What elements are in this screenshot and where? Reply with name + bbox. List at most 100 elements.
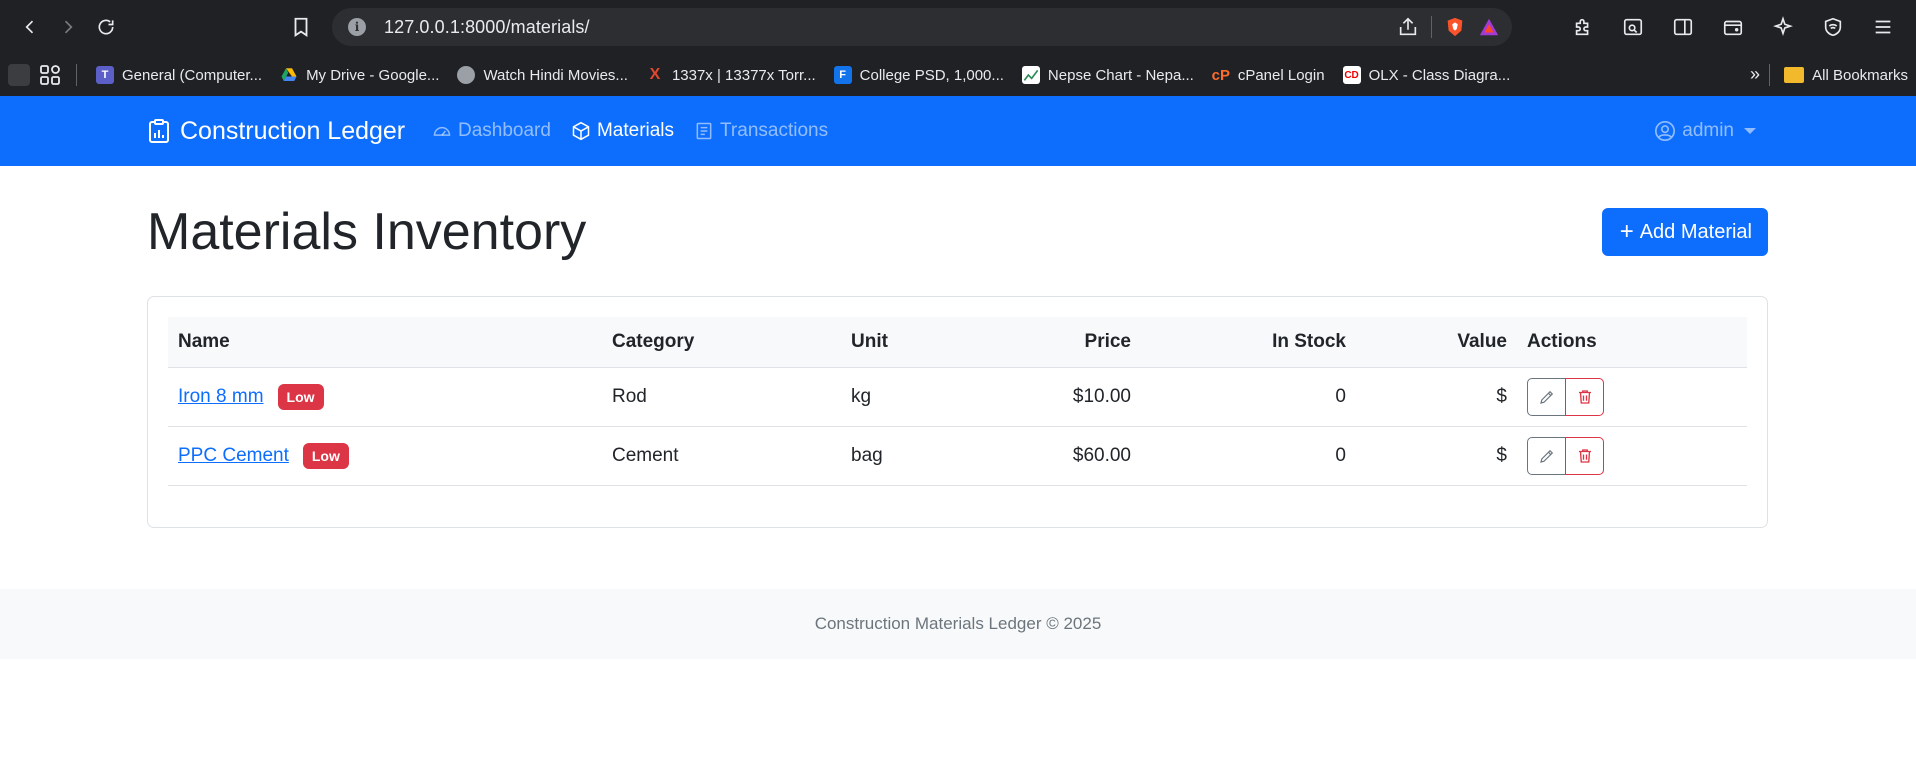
box-icon bbox=[572, 121, 590, 141]
search-tabs-button[interactable] bbox=[1616, 10, 1650, 44]
brave-shields-icon[interactable] bbox=[1444, 16, 1466, 38]
tab-group-icon[interactable] bbox=[8, 64, 30, 86]
hamburger-menu-icon bbox=[1875, 20, 1891, 34]
wallet-button[interactable] bbox=[1716, 10, 1750, 44]
table-row: Iron 8 mm Low Rod kg $10.00 0 $ bbox=[168, 367, 1747, 427]
row-actions bbox=[1527, 377, 1604, 416]
clipboard-data-icon bbox=[149, 119, 169, 143]
materials-table: Name Category Unit Price In Stock Value … bbox=[168, 317, 1747, 486]
chevron-down-icon bbox=[1744, 128, 1756, 134]
leo-ai-button[interactable] bbox=[1766, 10, 1800, 44]
value-cell: $ bbox=[1356, 426, 1517, 486]
price-cell: $60.00 bbox=[991, 426, 1141, 486]
header-actions: Actions bbox=[1517, 317, 1747, 368]
teams-icon: T bbox=[96, 66, 114, 84]
url-text[interactable]: 127.0.0.1:8000/materials/ bbox=[384, 17, 590, 38]
forward-arrow-icon bbox=[64, 20, 73, 34]
category-cell: Cement bbox=[602, 426, 841, 486]
delete-button[interactable] bbox=[1565, 377, 1604, 416]
apps-grid-icon[interactable] bbox=[38, 63, 62, 87]
header-value: Value bbox=[1356, 317, 1517, 368]
sparkle-icon bbox=[1773, 16, 1793, 37]
wallet-icon bbox=[1723, 20, 1743, 36]
bookmarks-bar: T General (Computer... My Drive - Google.… bbox=[0, 54, 1916, 96]
material-name-link[interactable]: Iron 8 mm bbox=[178, 386, 264, 407]
browser-chrome: i 127.0.0.1:8000/materials/ T General (Co… bbox=[0, 0, 1916, 96]
edit-button[interactable] bbox=[1527, 377, 1566, 416]
reload-icon bbox=[98, 19, 114, 35]
divider bbox=[1431, 16, 1432, 38]
puzzle-icon bbox=[1575, 18, 1589, 36]
low-stock-badge: Low bbox=[277, 383, 324, 410]
trash-icon bbox=[1578, 448, 1591, 463]
bookmark-cpanel[interactable]: cP cPanel Login bbox=[1203, 59, 1334, 91]
header-unit: Unit bbox=[841, 317, 991, 368]
more-bookmarks-icon[interactable]: » bbox=[1750, 64, 1760, 85]
share-icon[interactable] bbox=[1397, 16, 1419, 38]
delete-button[interactable] bbox=[1565, 436, 1604, 475]
footer: Construction Materials Ledger © 2025 bbox=[0, 589, 1916, 659]
person-circle-icon bbox=[1655, 121, 1676, 141]
olx-icon: CD bbox=[1342, 66, 1361, 84]
reload-button[interactable] bbox=[88, 9, 124, 45]
chart-icon bbox=[1021, 66, 1040, 84]
sidebar-icon bbox=[1673, 18, 1693, 36]
receipt-icon bbox=[696, 122, 712, 140]
nav-transactions[interactable]: Transactions bbox=[694, 120, 828, 142]
header-category: Category bbox=[602, 317, 841, 368]
nav-dashboard[interactable]: Dashboard bbox=[432, 120, 551, 142]
nav-materials[interactable]: Materials bbox=[571, 120, 674, 142]
tab-search-icon bbox=[1623, 18, 1643, 36]
page-title: Materials Inventory bbox=[147, 203, 587, 261]
row-actions bbox=[1527, 436, 1604, 475]
plus-icon: + bbox=[1619, 218, 1634, 245]
add-material-button[interactable]: + Add Material bbox=[1601, 208, 1768, 256]
site-info-icon[interactable]: i bbox=[348, 18, 366, 36]
forward-button[interactable] bbox=[50, 9, 86, 45]
bookmark-nepse-chart[interactable]: Nepse Chart - Nepa... bbox=[1013, 59, 1203, 91]
all-bookmarks-button[interactable]: All Bookmarks bbox=[1784, 59, 1908, 91]
table-header-row: Name Category Unit Price In Stock Value … bbox=[168, 317, 1747, 368]
sidebar-button[interactable] bbox=[1666, 10, 1700, 44]
category-cell: Rod bbox=[602, 367, 841, 427]
extensions-button[interactable] bbox=[1566, 10, 1600, 44]
cpanel-icon: cP bbox=[1211, 66, 1231, 84]
bookmark-google-drive[interactable]: My Drive - Google... bbox=[271, 59, 448, 91]
header-price: Price bbox=[991, 317, 1141, 368]
low-stock-badge: Low bbox=[302, 442, 349, 469]
user-dropdown[interactable]: admin bbox=[1654, 96, 1756, 166]
1337x-icon: X bbox=[649, 66, 661, 83]
vpn-shield-icon bbox=[1824, 17, 1842, 37]
header-name: Name bbox=[168, 317, 602, 368]
unit-cell: bag bbox=[841, 426, 991, 486]
value-cell: $ bbox=[1356, 367, 1517, 427]
materials-card: Name Category Unit Price In Stock Value … bbox=[147, 296, 1768, 528]
bookmark-1337x[interactable]: X 1337x | 13377x Torr... bbox=[637, 59, 825, 91]
folder-icon bbox=[1784, 67, 1805, 83]
app-navbar: Construction Ledger Dashboard Materials … bbox=[0, 96, 1916, 166]
brand-link[interactable]: Construction Ledger bbox=[147, 96, 405, 166]
in-stock-cell: 0 bbox=[1141, 426, 1356, 486]
bookmark-olx[interactable]: CD OLX - Class Diagra... bbox=[1334, 59, 1520, 91]
back-button[interactable] bbox=[12, 9, 48, 45]
address-bar[interactable]: i 127.0.0.1:8000/materials/ bbox=[332, 8, 1512, 46]
brave-rewards-icon[interactable] bbox=[1478, 16, 1500, 38]
in-stock-cell: 0 bbox=[1141, 367, 1356, 427]
edit-button[interactable] bbox=[1527, 436, 1566, 475]
brand-text: Construction Ledger bbox=[180, 116, 406, 145]
back-arrow-icon bbox=[25, 20, 34, 34]
bookmark-hindi-movies[interactable]: Watch Hindi Movies... bbox=[448, 59, 637, 91]
bookmark-page-icon[interactable] bbox=[290, 16, 312, 38]
menu-button[interactable] bbox=[1866, 10, 1900, 44]
bookmark-freepik[interactable]: F College PSD, 1,000... bbox=[825, 59, 1013, 91]
bookmarks-divider bbox=[1769, 64, 1770, 86]
material-name-link[interactable]: PPC Cement bbox=[178, 445, 289, 466]
vpn-button[interactable] bbox=[1816, 10, 1850, 44]
trash-icon bbox=[1578, 389, 1591, 404]
speedometer-icon bbox=[433, 126, 451, 136]
table-row: PPC Cement Low Cement bag $60.00 0 $ bbox=[168, 426, 1747, 486]
header-in-stock: In Stock bbox=[1141, 317, 1356, 368]
pencil-icon bbox=[1539, 449, 1553, 463]
bookmark-teams[interactable]: T General (Computer... bbox=[87, 59, 271, 91]
unit-cell: kg bbox=[841, 367, 991, 427]
